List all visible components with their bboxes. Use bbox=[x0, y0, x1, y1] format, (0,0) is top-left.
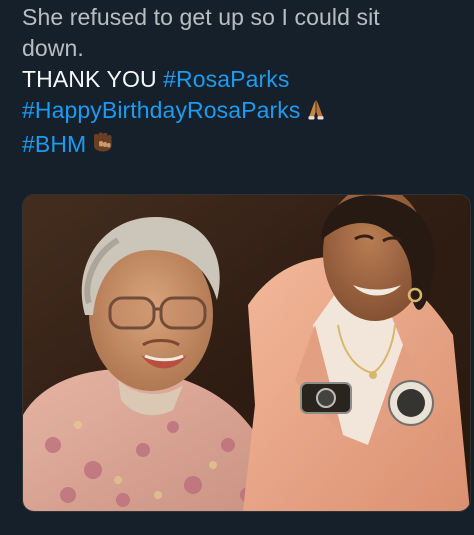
hashtag-bhm-link[interactable]: #BHM bbox=[22, 131, 86, 157]
birthday-line: #HappyBirthdayRosaParks bbox=[22, 95, 462, 129]
photo-illustration bbox=[23, 195, 470, 511]
tweet-photo[interactable] bbox=[22, 194, 471, 512]
tweet-text-line-1: She refused to get up so I could sit bbox=[22, 4, 380, 30]
hashtag-happybirthdayrosaparks-link[interactable]: #HappyBirthdayRosaParks bbox=[22, 97, 300, 123]
thank-you-line: THANK YOU #RosaParks bbox=[22, 64, 462, 95]
thank-you-text: THANK YOU bbox=[22, 66, 164, 92]
tweet-text: She refused to get up so I could sit dow… bbox=[22, 2, 462, 163]
hashtag-rosaparks-link[interactable]: #RosaParks bbox=[163, 66, 289, 92]
bhm-line: #BHM bbox=[22, 129, 462, 163]
folded-hands-icon bbox=[304, 97, 328, 129]
raised-fist-icon bbox=[90, 129, 116, 163]
tweet: She refused to get up so I could sit dow… bbox=[0, 0, 474, 535]
tweet-text-line-2: down. bbox=[22, 35, 84, 61]
